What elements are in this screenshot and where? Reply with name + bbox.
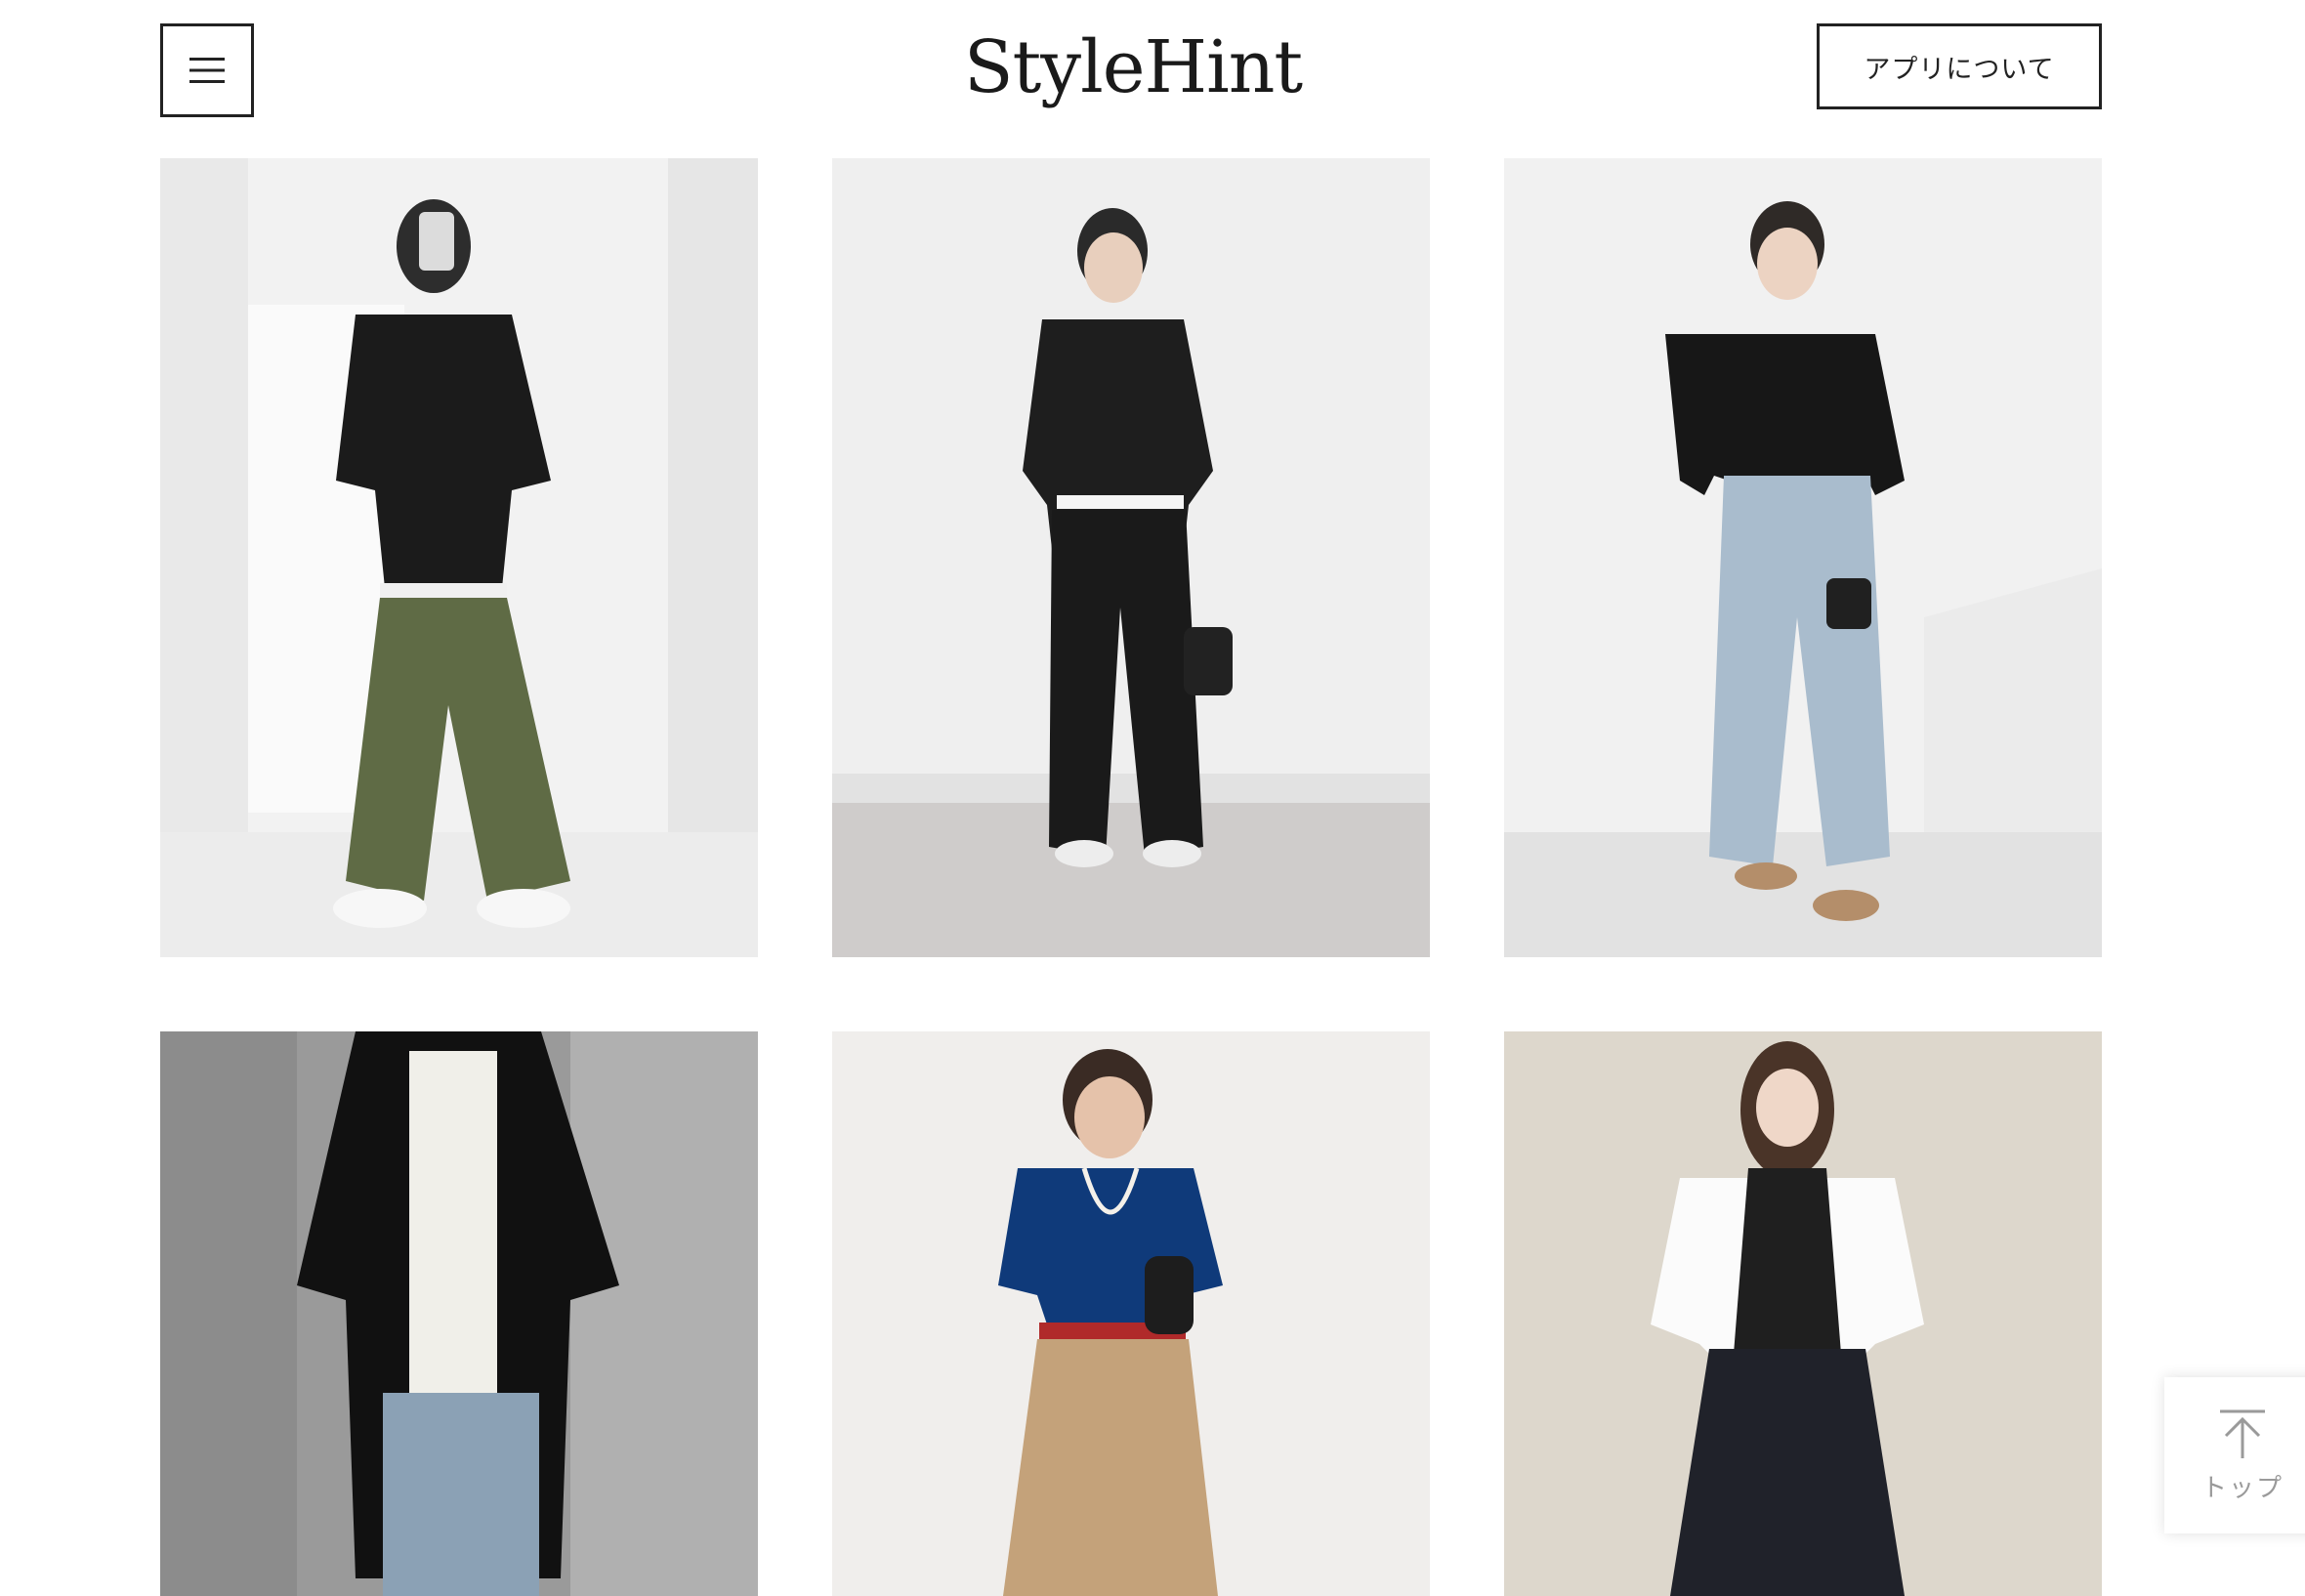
outfit-card-5[interactable] [832, 1031, 1430, 1596]
outfit-card-3[interactable] [1504, 158, 2102, 957]
site-logo[interactable]: StyleHint [964, 14, 1303, 121]
hamburger-menu-icon [189, 58, 225, 83]
outfit-photo [1504, 158, 2102, 957]
outfit-card-4[interactable] [160, 1031, 758, 1596]
back-to-top-label: トップ [2200, 1473, 2284, 1503]
outfit-card-6[interactable] [1504, 1031, 2102, 1596]
outfit-card-1[interactable] [160, 158, 758, 957]
back-to-top-button[interactable]: トップ [2164, 1377, 2305, 1533]
outfit-photo [832, 158, 1430, 957]
site-header: StyleHint アプリについて [0, 0, 2305, 147]
about-app-button[interactable]: アプリについて [1817, 23, 2102, 109]
arrow-up-icon [2220, 1409, 2265, 1458]
outfit-photo [160, 158, 758, 957]
outfit-card-2[interactable] [832, 158, 1430, 957]
logo-text: StyleHint [963, 25, 1303, 109]
menu-button[interactable] [160, 23, 254, 117]
outfit-photo [1504, 1031, 2102, 1596]
outfit-photo [832, 1031, 1430, 1596]
outfit-photo [160, 1031, 758, 1596]
